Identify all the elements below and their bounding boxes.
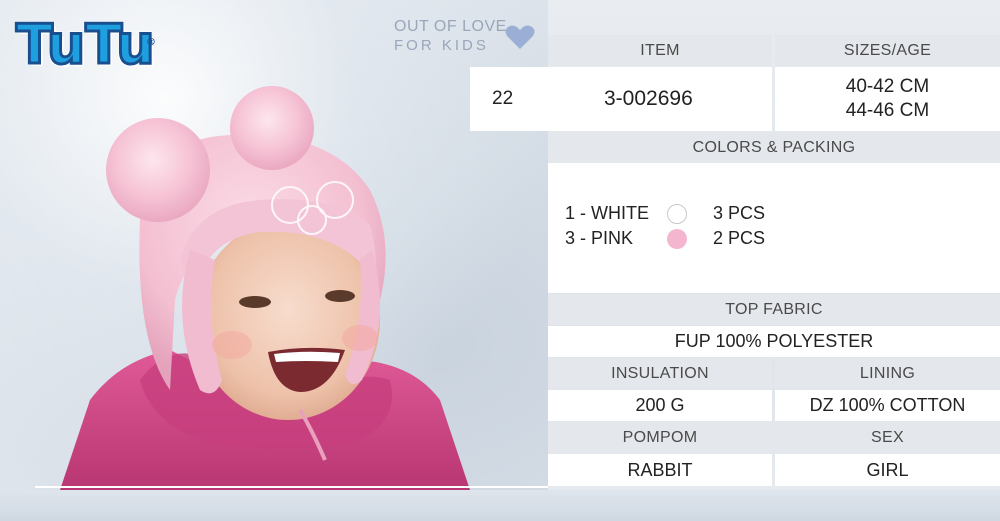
brand-slogan: OUT OF LOVE FOR KIDS [394,18,507,54]
sizes-cell: 40-42 CM 44-46 CM [775,67,1000,131]
lining-header: LINING [775,358,1000,389]
color-1-qty: 3 PCS [713,203,766,223]
sex-value: GIRL [866,459,909,480]
color-2-qty: 2 PCS [713,228,766,248]
pompom-value: RABBIT [627,459,693,480]
product-number: 22 [492,88,514,109]
color-1-label: 1 - WHITE [565,203,649,223]
insulation-value: 200 G [635,395,685,415]
top-fabric-cell: FUP 100% POLYESTER [548,326,1000,357]
pompom-header: POMPOM [548,422,772,453]
insulation-cell: 200 G [548,390,772,421]
item-number: 3-002696 [604,87,693,110]
insulation-header: INSULATION [548,358,772,389]
color-1-swatch [667,203,687,224]
logo-text: TuTu [15,13,157,76]
color-row-2: 3 - PINK 2 PCS [565,226,765,251]
item-header: ITEM [548,35,772,66]
size-2: 44-46 CM [845,100,930,121]
bottom-strip [0,490,1000,521]
item-row: 22 3-002696 [470,67,772,131]
top-fabric-header: TOP FABRIC [548,294,1000,325]
lining-cell: DZ 100% COTTON [775,390,1000,421]
sex-header-label: SEX [871,428,904,446]
sex-cell: GIRL [775,454,1000,486]
color-row-1: 1 - WHITE 3 PCS [565,201,765,226]
colors-packing-header: COLORS & PACKING [548,132,1000,163]
sizes-header-label: SIZES/AGE [843,41,932,59]
item-header-label: ITEM [640,41,680,59]
sizes-header: SIZES/AGE [775,35,1000,66]
pompom-cell: RABBIT [548,454,772,486]
brand-logo: TuTu ® [15,12,157,80]
insulation-header-label: INSULATION [611,364,709,382]
top-fabric-header-label: TOP FABRIC [725,300,823,318]
size-1: 40-42 CM [845,76,930,97]
top-fabric-value: FUP 100% POLYESTER [674,331,874,351]
color-2-label: 3 - PINK [565,228,634,248]
colors-packing-header-label: COLORS & PACKING [692,138,856,156]
slogan-line-2: FOR KIDS [394,37,489,54]
color-2-swatch [667,228,687,249]
heart-icon [505,25,535,49]
bottom-divider [35,486,548,488]
lining-value: DZ 100% COTTON [809,395,966,415]
registered-mark: ® [146,37,156,48]
pompom-header-label: POMPOM [622,428,698,446]
lining-header-label: LINING [859,364,916,382]
sex-header: SEX [775,422,1000,453]
slogan-line-1: OUT OF LOVE [394,18,507,35]
colors-packing-body: 1 - WHITE 3 PCS 3 - PINK 2 PCS [548,163,1000,293]
